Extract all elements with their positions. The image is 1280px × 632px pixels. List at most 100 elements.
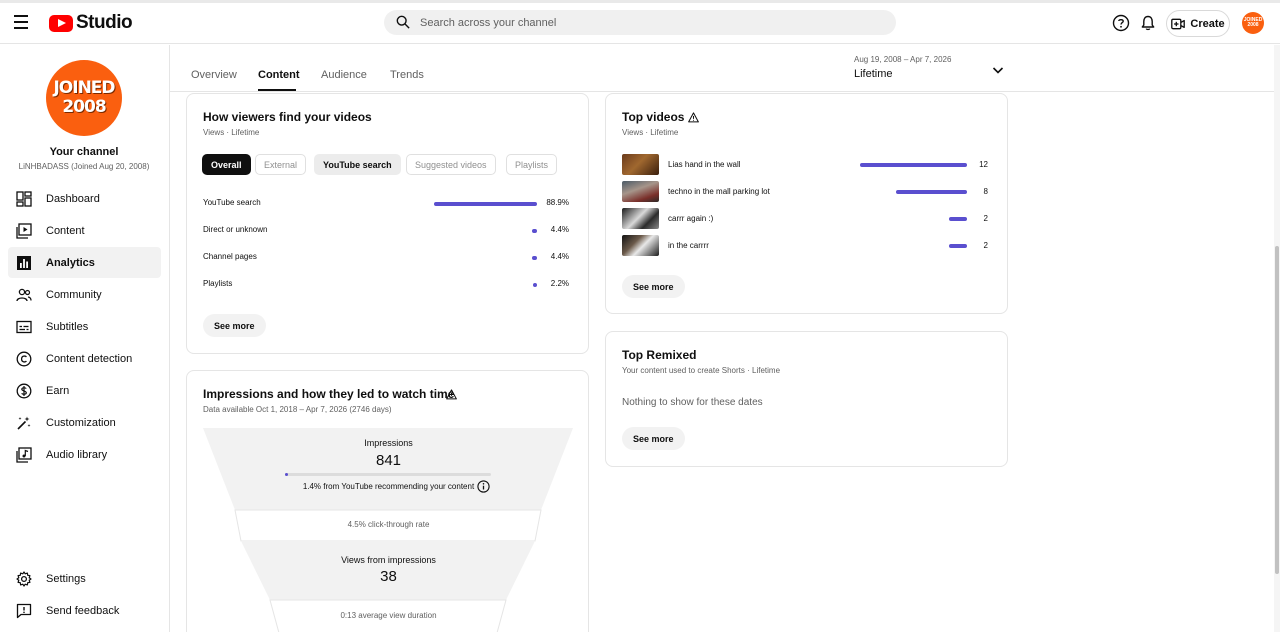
empty-state-text: Nothing to show for these dates — [622, 397, 763, 408]
top-video-row[interactable]: Lias hand in the wall 12 — [622, 154, 988, 176]
sidebar-item-label: Settings — [46, 572, 86, 585]
sidebar-item-dashboard[interactable]: Dashboard — [8, 183, 161, 214]
video-views-bar — [896, 190, 967, 194]
tab-audience[interactable]: Audience — [321, 69, 367, 81]
sidebar-item-content[interactable]: Content — [8, 215, 161, 246]
date-range-label[interactable]: Lifetime — [854, 68, 893, 80]
card-title: Top videos — [622, 110, 685, 124]
traffic-source-label: YouTube search — [203, 198, 261, 207]
traffic-source-value: 4.4% — [550, 252, 569, 261]
chip-suggested-videos[interactable]: Suggested videos — [406, 154, 496, 175]
channel-avatar[interactable]: JOINED 2008 — [46, 60, 122, 136]
traffic-sources-card: How viewers find your videos Views · Lif… — [186, 93, 589, 354]
traffic-source-bar — [532, 229, 537, 233]
help-icon[interactable] — [1112, 14, 1130, 32]
analytics-icon — [17, 255, 31, 270]
sidebar-item-subtitles[interactable]: Subtitles — [8, 311, 161, 342]
ctr-text: 4.5% click-through rate — [347, 520, 430, 529]
video-thumbnail[interactable] — [622, 181, 659, 202]
date-range-text[interactable]: Aug 19, 2008 – Apr 7, 2026 — [854, 55, 951, 64]
tab-overview[interactable]: Overview — [191, 69, 237, 81]
video-views-value: 8 — [983, 187, 988, 196]
chevron-down-icon[interactable] — [991, 63, 1005, 77]
video-thumbnail[interactable] — [622, 208, 659, 229]
video-views-value: 2 — [983, 241, 988, 250]
sidebar-item-label: Dashboard — [46, 192, 100, 205]
tab-trends[interactable]: Trends — [390, 69, 424, 81]
menu-icon[interactable] — [14, 12, 34, 32]
traffic-source-bar — [434, 202, 537, 206]
chip-playlists[interactable]: Playlists — [506, 154, 558, 175]
copyright-icon — [16, 351, 32, 366]
card-title: How viewers find your videos — [203, 110, 372, 124]
feedback-icon — [16, 603, 32, 618]
see-more-button[interactable]: See more — [203, 314, 266, 337]
see-more-button[interactable]: See more — [622, 427, 685, 450]
search-icon[interactable] — [396, 15, 410, 29]
video-title[interactable]: Lias hand in the wall — [668, 160, 741, 169]
see-more-button[interactable]: See more — [622, 275, 685, 298]
top-videos-card: Top videos Views · Lifetime Lias hand in… — [605, 93, 1008, 314]
create-button[interactable]: Create — [1166, 10, 1230, 37]
dollar-icon — [16, 383, 32, 398]
video-title[interactable]: in the carrrr — [668, 241, 709, 250]
account-avatar[interactable]: JOINED 2008 — [1242, 12, 1264, 34]
video-views-bar — [949, 244, 967, 248]
sidebar-item-analytics[interactable]: Analytics — [8, 247, 161, 278]
page-scrollbar-thumb[interactable] — [1275, 246, 1279, 574]
studio-logo[interactable]: Studio — [49, 12, 133, 34]
warning-icon[interactable] — [688, 112, 699, 123]
warning-icon[interactable] — [446, 389, 457, 400]
views-from-impressions-value: 38 — [380, 568, 397, 585]
recommend-text: 1.4% from YouTube recommending your cont… — [302, 482, 475, 491]
top-video-row[interactable]: in the carrrr 2 — [622, 235, 988, 257]
audio-library-icon — [16, 446, 32, 463]
traffic-source-row: Direct or unknown 4.4% — [203, 225, 569, 239]
chip-overall[interactable]: Overall — [202, 154, 251, 175]
info-icon[interactable] — [477, 480, 490, 493]
avg-view-duration-text: 0:13 average view duration — [340, 611, 437, 620]
video-title[interactable]: techno in the mall parking lot — [668, 187, 770, 196]
traffic-source-bar — [533, 283, 537, 287]
gear-icon — [16, 570, 32, 587]
sidebar-item-label: Community — [46, 288, 102, 301]
sidebar-item-content-detection[interactable]: Content detection — [8, 343, 161, 374]
create-label: Create — [1190, 17, 1225, 30]
card-subtitle: Views · Lifetime — [203, 128, 260, 137]
search-input[interactable] — [420, 10, 880, 35]
traffic-source-value: 2.2% — [550, 279, 569, 288]
logo-text: Studio — [76, 12, 133, 33]
card-title: Impressions and how they led to watch ti… — [203, 387, 455, 401]
traffic-source-row: Playlists 2.2% — [203, 279, 569, 293]
video-views-bar — [949, 217, 967, 221]
traffic-source-row: YouTube search 88.9% — [203, 198, 569, 212]
search-bar[interactable] — [384, 10, 896, 35]
tab-content[interactable]: Content — [258, 69, 300, 81]
video-thumbnail[interactable] — [622, 154, 659, 175]
chip-external[interactable]: External — [255, 154, 307, 175]
sidebar-item-label: Content detection — [46, 352, 133, 365]
sidebar-item-community[interactable]: Community — [8, 279, 161, 310]
traffic-source-label: Direct or unknown — [203, 225, 268, 234]
youtube-play-icon — [49, 14, 73, 32]
sidebar-item-send-feedback[interactable]: Send feedback — [8, 595, 161, 626]
traffic-source-value: 88.9% — [546, 198, 569, 207]
sidebar-item-audio-library[interactable]: Audio library — [8, 439, 161, 470]
top-video-row[interactable]: carrr again :) 2 — [622, 208, 988, 230]
chip-youtube-search[interactable]: YouTube search — [314, 154, 401, 175]
video-title[interactable]: carrr again :) — [668, 214, 713, 223]
sidebar-item-label: Subtitles — [46, 320, 89, 333]
top-video-row[interactable]: techno in the mall parking lot 8 — [622, 181, 988, 203]
notifications-bell-icon[interactable] — [1139, 14, 1157, 32]
content-icon — [16, 222, 32, 239]
video-views-value: 2 — [983, 214, 988, 223]
sidebar-item-customization[interactable]: Customization — [8, 407, 161, 438]
card-subtitle: Data available Oct 1, 2018 – Apr 7, 2026… — [203, 405, 392, 414]
sidebar-item-earn[interactable]: Earn — [8, 375, 161, 406]
active-tab-indicator — [258, 89, 296, 91]
video-thumbnail[interactable] — [622, 235, 659, 256]
sidebar-item-settings[interactable]: Settings — [8, 563, 161, 594]
traffic-source-label: Channel pages — [203, 252, 257, 261]
sidebar-item-label: Earn — [46, 384, 70, 397]
analytics-tabs: Overview Content Audience Trends Aug 19,… — [170, 45, 1274, 92]
